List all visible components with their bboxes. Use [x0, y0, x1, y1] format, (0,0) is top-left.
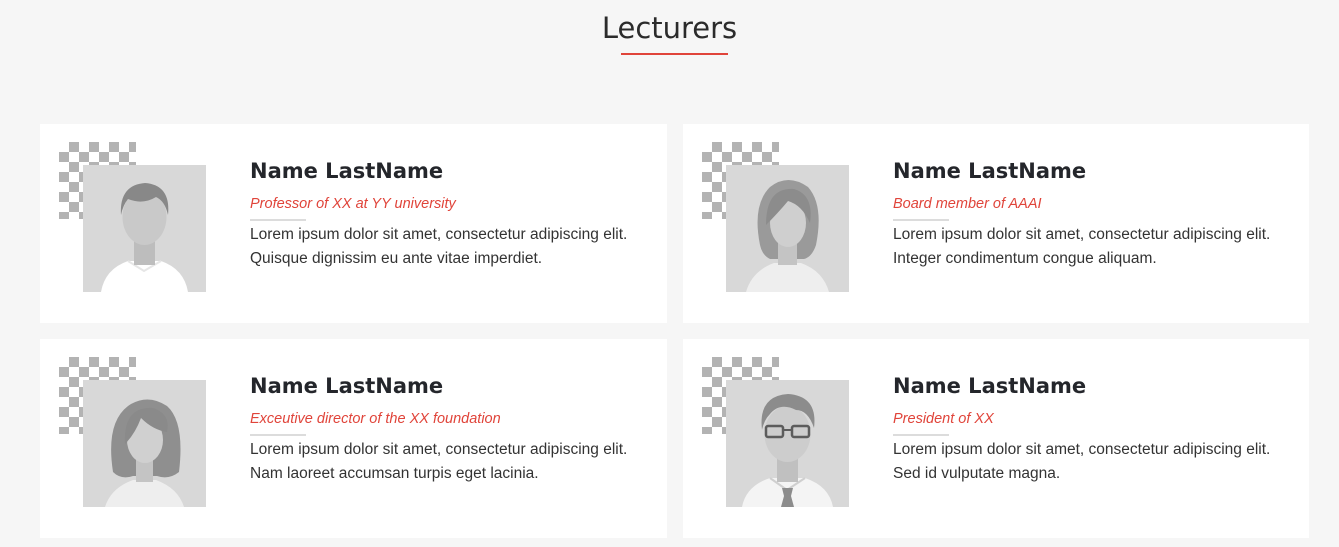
male-glasses-avatar-icon	[726, 380, 849, 507]
female-avatar-icon	[726, 165, 849, 292]
female-bob-avatar-icon	[83, 380, 206, 507]
lecturer-role: Board member of AAAI	[893, 196, 1042, 212]
role-divider	[250, 219, 306, 221]
lecturer-card: Name LastName Board member of AAAI Lorem…	[683, 124, 1309, 323]
lecturer-description: Lorem ipsum dolor sit amet, consectetur …	[893, 441, 1271, 482]
lecturer-role: Professor of XX at YY university	[250, 196, 456, 212]
male-avatar-icon	[83, 165, 206, 292]
lecturer-name: Name LastName	[250, 374, 444, 398]
section-title: Lecturers	[601, 11, 738, 45]
role-divider	[250, 434, 306, 436]
lecturer-description: Lorem ipsum dolor sit amet, consectetur …	[250, 441, 628, 482]
lecturer-role: Exceutive director of the XX foundation	[250, 411, 501, 427]
lecturer-card: Name LastName Professor of XX at YY univ…	[40, 124, 667, 323]
lecturer-name: Name LastName	[893, 159, 1087, 183]
lecturer-card: Name LastName Exceutive director of the …	[40, 339, 667, 538]
role-divider	[893, 434, 949, 436]
title-underline	[621, 53, 728, 55]
lecturer-role: President of XX	[893, 411, 994, 427]
lecturer-name: Name LastName	[250, 159, 444, 183]
lecturer-description: Lorem ipsum dolor sit amet, consectetur …	[893, 226, 1271, 267]
lecturer-card: Name LastName President of XX Lorem ipsu…	[683, 339, 1309, 538]
role-divider	[893, 219, 949, 221]
lecturer-name: Name LastName	[893, 374, 1087, 398]
lecturer-description: Lorem ipsum dolor sit amet, consectetur …	[250, 226, 628, 267]
